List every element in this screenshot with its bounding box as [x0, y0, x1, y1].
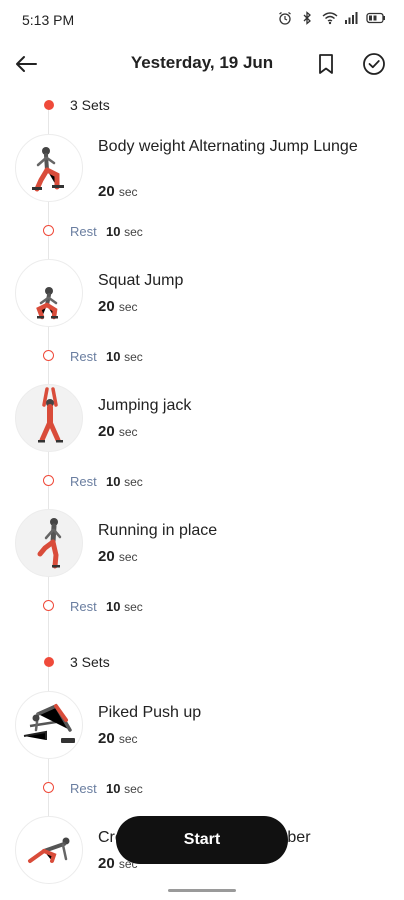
status-time: 5:13 PM — [22, 12, 75, 28]
exercise-name[interactable]: Jumping jack — [98, 396, 388, 415]
rest-label: Rest — [70, 599, 97, 614]
rest-marker — [43, 600, 54, 611]
piked-push-up-illustration-icon — [23, 703, 75, 743]
sets-label: 3 Sets — [70, 654, 110, 670]
exercise-duration: 20 sec — [98, 423, 138, 440]
set-marker-dot — [44, 100, 54, 110]
check-circle-icon — [363, 53, 385, 75]
exercise-duration: 20 sec — [98, 298, 138, 315]
rest-label: Rest — [70, 781, 97, 796]
exercise-thumbnail[interactable] — [15, 509, 83, 577]
exercise-thumbnail[interactable] — [15, 691, 83, 759]
exercise-name[interactable]: Squat Jump — [98, 271, 388, 290]
sets-label: 3 Sets — [70, 97, 110, 113]
rest-marker — [43, 225, 54, 236]
rest-duration: 10 sec — [106, 224, 143, 239]
battery-icon — [366, 11, 386, 25]
rest-duration: 10 sec — [106, 349, 143, 364]
page-title: Yesterday, 19 Jun — [130, 53, 274, 72]
jumping-jack-illustration-icon — [38, 387, 63, 443]
wifi-icon — [322, 11, 338, 25]
exercise-thumbnail[interactable] — [15, 384, 83, 452]
exercise-thumbnail[interactable] — [15, 259, 83, 327]
exercise-name[interactable]: Running in place — [98, 521, 388, 540]
exercise-duration: 20 sec — [98, 183, 138, 200]
rest-marker — [43, 350, 54, 361]
alarm-icon — [278, 11, 292, 25]
home-indicator[interactable] — [168, 889, 236, 892]
exercise-thumbnail[interactable] — [15, 816, 83, 884]
bookmark-button[interactable] — [314, 50, 338, 78]
exercise-thumbnail[interactable] — [15, 134, 83, 202]
app-bar: Yesterday, 19 Jun — [0, 44, 404, 84]
squat-jump-illustration-icon — [36, 287, 58, 320]
set-marker-dot — [44, 657, 54, 667]
rest-duration: 10 sec — [106, 599, 143, 614]
bookmark-icon — [319, 54, 333, 74]
rest-label: Rest — [70, 474, 97, 489]
bluetooth-icon — [300, 11, 314, 25]
status-icons — [278, 11, 386, 25]
status-bar: 5:13 PM — [0, 0, 404, 40]
start-button[interactable]: Start — [116, 816, 288, 864]
rest-marker — [43, 475, 54, 486]
complete-button[interactable] — [360, 50, 388, 78]
rest-label: Rest — [70, 224, 97, 239]
rest-marker — [43, 782, 54, 793]
mountain-climber-illustration-icon — [28, 837, 70, 863]
exercise-duration: 20 sec — [98, 548, 138, 565]
exercise-name[interactable]: Piked Push up — [98, 703, 388, 722]
running-in-place-illustration-icon — [37, 518, 62, 569]
rest-duration: 10 sec — [106, 781, 143, 796]
jump-lunge-illustration-icon — [32, 147, 64, 192]
rest-duration: 10 sec — [106, 474, 143, 489]
rest-label: Rest — [70, 349, 97, 364]
signal-icon — [344, 11, 358, 25]
exercise-name[interactable]: Body weight Alternating Jump Lunge — [98, 137, 388, 156]
exercise-duration: 20 sec — [98, 730, 138, 747]
